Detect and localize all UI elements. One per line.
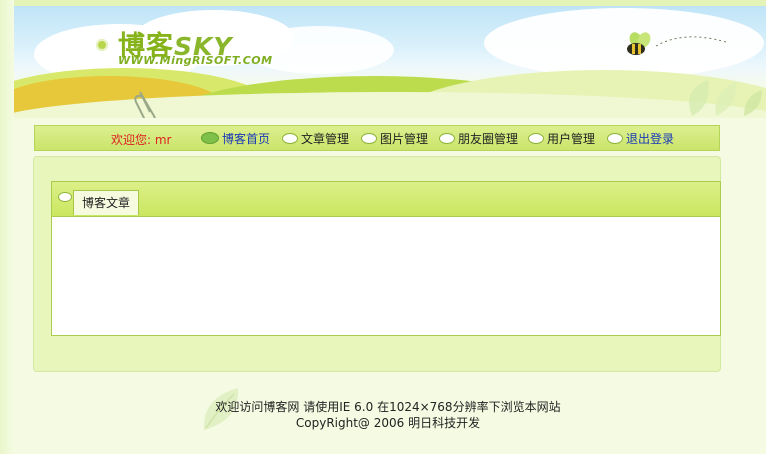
footer-notice: 欢迎访问博客网 请使用IE 6.0 在1024×768分辨率下浏览本网站 — [215, 400, 561, 414]
nav-item-users[interactable]: 用户管理 — [528, 130, 595, 146]
nav-item-label: 文章管理 — [301, 131, 350, 146]
page: 博客SKY WWW.MingRISOFT.COM 欢迎您: mr 博客首页 文章… — [0, 0, 766, 454]
nav-item-label: 退出登录 — [626, 131, 675, 146]
logo-dot-icon — [96, 39, 108, 51]
pill-bullet-icon — [282, 132, 298, 144]
nav-item-friends[interactable]: 朋友圈管理 — [439, 130, 518, 146]
bee-icon — [627, 32, 651, 55]
pill-bullet-icon — [361, 132, 377, 144]
nav-item-label: 博客首页 — [222, 131, 271, 146]
pill-bullet-icon — [528, 132, 544, 144]
panel-header: 博客文章 — [51, 181, 721, 216]
content-area: 博客文章 — [33, 156, 721, 372]
pill-bullet-icon — [607, 132, 623, 144]
leaf-icon — [689, 80, 762, 116]
footer-copyright: CopyRight@ 2006 明日科技开发 — [295, 416, 481, 430]
panel-body — [51, 216, 721, 336]
nav-item-articles[interactable]: 文章管理 — [282, 130, 349, 146]
nav-item-images[interactable]: 图片管理 — [361, 130, 428, 146]
pill-bullet-icon — [58, 192, 72, 202]
header-banner: 博客SKY WWW.MingRISOFT.COM — [14, 6, 766, 118]
left-border — [0, 0, 14, 454]
nav-item-logout[interactable]: 退出登录 — [607, 130, 674, 146]
logo-subtitle: WWW.MingRISOFT.COM — [118, 54, 273, 67]
nav-item-label: 图片管理 — [380, 131, 429, 146]
nav-item-home[interactable]: 博客首页 — [201, 130, 270, 146]
pill-bullet-icon — [439, 132, 455, 144]
paperclip-icon — [134, 91, 156, 118]
pill-bullet-icon — [201, 132, 219, 144]
nav-item-label: 用户管理 — [547, 131, 596, 146]
nav-item-label: 朋友圈管理 — [458, 131, 519, 146]
tab-blog-articles[interactable]: 博客文章 — [73, 190, 140, 215]
nav-bar: 欢迎您: mr 博客首页 文章管理 图片管理 朋友圈管理 用户管理 退出登录 — [34, 125, 720, 151]
bee-trail-icon — [655, 36, 727, 47]
welcome-label: 欢迎您: mr — [111, 133, 172, 147]
